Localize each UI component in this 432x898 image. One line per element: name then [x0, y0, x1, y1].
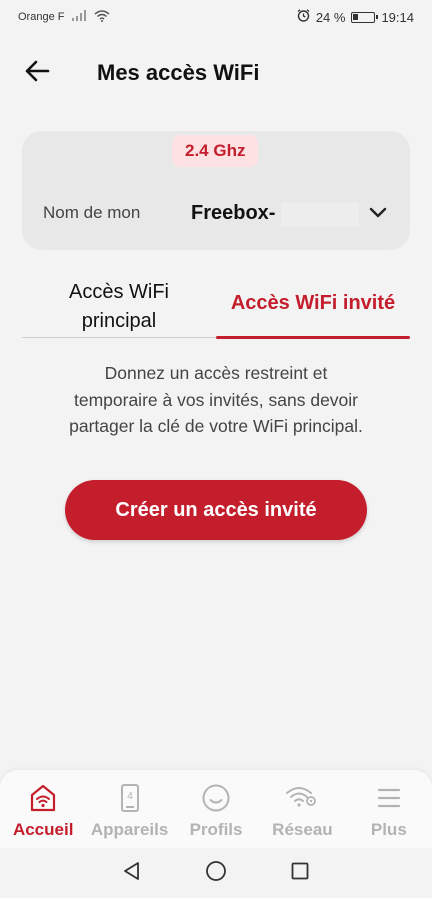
nav-label-plus: Plus — [370, 820, 407, 839]
network-name-label: Nom de mon — [43, 203, 141, 222]
system-home-button[interactable] — [201, 858, 231, 888]
battery-percent: 24 % — [315, 9, 346, 25]
device-icon: 4 — [120, 782, 140, 814]
arrow-left-icon — [24, 60, 50, 87]
band-badge: 2.4 Ghz — [172, 135, 259, 167]
guest-access-description: Donnez un accès restreint et temporaire … — [69, 363, 363, 436]
system-back-button[interactable] — [117, 858, 147, 888]
nav-label-profils: Profils — [189, 820, 243, 839]
network-name-redaction — [281, 203, 359, 227]
device-count-badge: 4 — [127, 791, 133, 802]
nav-item-plus[interactable]: Plus — [346, 770, 432, 848]
network-dropdown-button[interactable] — [366, 203, 390, 227]
nav-item-reseau[interactable]: Réseau — [259, 770, 345, 848]
nav-label-appareils: Appareils — [90, 820, 169, 839]
bottom-nav: Accueil 4 Appareils Profils Réseau Plus — [0, 770, 432, 848]
network-settings-icon — [285, 782, 319, 814]
wifi-icon — [94, 9, 110, 25]
network-card: 2.4 Ghz Nom de mon Freebox- — [22, 131, 410, 250]
active-tab-indicator — [216, 336, 410, 339]
status-left: Orange F — [18, 9, 110, 25]
wifi-tabs: Accès WiFi principal Accès WiFi invité — [22, 272, 410, 339]
triangle-back-icon — [122, 861, 142, 886]
tab-label-line2: principal — [81, 310, 157, 332]
circle-home-icon — [205, 860, 227, 887]
battery-level — [353, 13, 359, 20]
tab-label-line1: Accès WiFi — [69, 281, 169, 303]
nav-item-accueil[interactable]: Accueil — [0, 770, 86, 848]
system-recents-button[interactable] — [285, 858, 315, 888]
nav-label-reseau: Réseau — [272, 820, 333, 839]
chevron-down-icon — [369, 206, 387, 224]
status-right: 24 % 19:14 — [297, 9, 414, 25]
clock: 19:14 — [381, 9, 414, 25]
page-title: Mes accès WiFi — [97, 60, 260, 85]
profile-icon — [201, 782, 231, 814]
status-bar: Orange F 24 % 19:14 — [0, 0, 432, 34]
tab-wifi-principal-label: Accès WiFi principal — [69, 278, 169, 336]
tab-wifi-principal[interactable]: Accès WiFi principal — [22, 272, 216, 338]
create-guest-access-button[interactable]: Créer un accès invité — [65, 480, 367, 540]
back-button[interactable] — [14, 50, 60, 96]
nav-label-accueil: Accueil — [12, 820, 74, 839]
tab-wifi-invite[interactable]: Accès WiFi invité — [216, 272, 410, 339]
nav-item-appareils[interactable]: 4 Appareils — [86, 770, 172, 848]
nav-item-profils[interactable]: Profils — [173, 770, 259, 848]
menu-icon — [377, 782, 401, 814]
system-nav-bar — [0, 848, 432, 898]
app-header: Mes accès WiFi — [0, 50, 432, 96]
square-recents-icon — [290, 861, 310, 886]
network-name-value[interactable]: Freebox- — [191, 202, 275, 225]
home-wifi-icon — [29, 782, 57, 814]
alarm-icon — [297, 9, 310, 25]
signal-icon — [72, 10, 87, 24]
tab-wifi-invite-label: Accès WiFi invité — [230, 292, 396, 314]
carrier-label: Orange F — [18, 11, 65, 23]
battery-icon — [351, 11, 379, 23]
